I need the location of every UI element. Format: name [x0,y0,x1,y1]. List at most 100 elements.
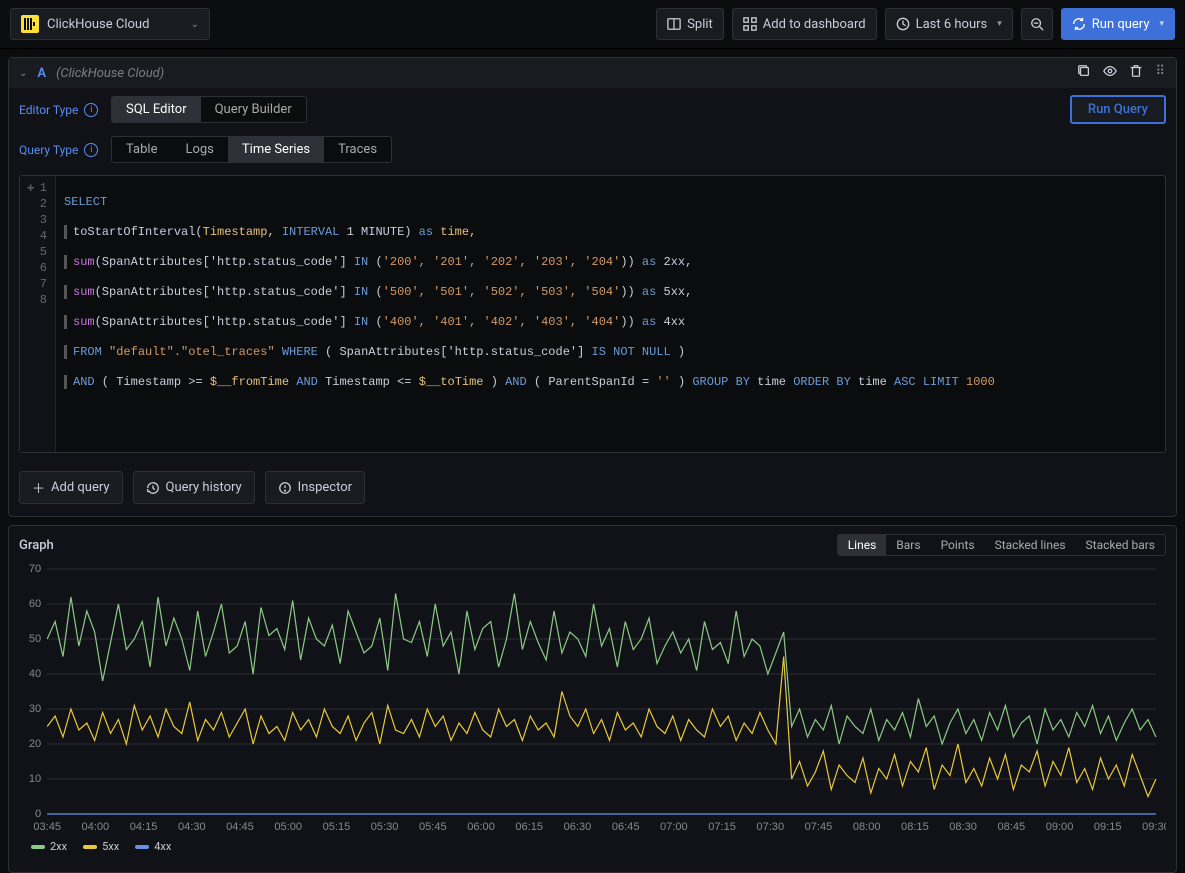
viz-tab-lines[interactable]: Lines [838,535,887,555]
svg-text:06:15: 06:15 [515,821,543,833]
zoom-out-icon [1030,17,1044,31]
svg-text:05:45: 05:45 [419,821,447,833]
timerange-label: Last 6 hours [916,17,988,32]
svg-text:07:45: 07:45 [805,821,833,833]
series-5xx [47,657,1156,797]
top-toolbar: ClickHouse Cloud ⌄ Split Add to dashboar… [0,0,1185,49]
query-title: (ClickHouse Cloud) [56,66,164,81]
viz-tab-stacked-lines[interactable]: Stacked lines [985,535,1076,555]
svg-text:60: 60 [29,598,41,610]
eye-icon[interactable] [1103,64,1117,82]
svg-text:07:00: 07:00 [660,821,688,833]
svg-text:07:30: 07:30 [756,821,784,833]
collapse-toggle[interactable]: ⌄ [19,68,27,79]
svg-text:05:00: 05:00 [274,821,302,833]
info-icon[interactable]: i [84,143,98,157]
viz-tab-bars[interactable]: Bars [886,535,930,555]
svg-text:06:30: 06:30 [564,821,592,833]
query-type-tab-traces[interactable]: Traces [324,137,391,162]
split-label: Split [687,17,713,32]
legend-label: 2xx [50,840,67,853]
inspector-button[interactable]: Inspector [265,471,365,504]
datasource-name: ClickHouse Cloud [47,17,149,32]
svg-text:08:45: 08:45 [997,821,1025,833]
inspector-label: Inspector [298,480,352,495]
svg-text:04:00: 04:00 [82,821,110,833]
svg-text:70: 70 [29,564,41,575]
sql-code-editor[interactable]: 1234 5678 SELECT toStartOfInterval(Times… [19,175,1166,453]
run-query-button[interactable]: Run query [1061,8,1175,40]
series-2xx [47,594,1156,745]
graph-title: Graph [19,538,54,553]
chevron-down-icon: ⌄ [191,19,199,30]
inspector-icon [278,481,292,495]
svg-text:05:15: 05:15 [323,821,351,833]
add-to-dashboard-button[interactable]: Add to dashboard [732,8,877,40]
legend-swatch [31,845,45,849]
query-ref-label[interactable]: A [37,66,46,81]
history-label: Query history [166,480,242,495]
chart-legend: 2xx 5xx 4xx [19,838,1166,853]
svg-text:08:00: 08:00 [853,821,881,833]
viz-type-tabs: LinesBarsPointsStacked linesStacked bars [837,534,1166,556]
svg-text:09:00: 09:00 [1046,821,1074,833]
editor-type-tab-sql-editor[interactable]: SQL Editor [112,97,201,122]
legend-item-2xx[interactable]: 2xx [31,840,67,853]
editor-type-row: Editor Type i SQL EditorQuery Builder Ru… [9,89,1176,130]
refresh-icon [1072,17,1086,31]
query-type-label: Query Type i [19,143,99,157]
split-button[interactable]: Split [656,8,724,40]
graph-panel: Graph LinesBarsPointsStacked linesStacke… [8,525,1177,873]
legend-item-5xx[interactable]: 5xx [83,840,119,853]
svg-text:30: 30 [29,703,41,715]
svg-text:09:30: 09:30 [1142,821,1166,833]
svg-text:04:45: 04:45 [226,821,254,833]
datasource-picker[interactable]: ClickHouse Cloud ⌄ [10,8,210,40]
add-query-button[interactable]: ＋ Add query [19,471,123,504]
svg-text:20: 20 [29,738,41,750]
query-history-button[interactable]: Query history [133,471,255,504]
add-dashboard-label: Add to dashboard [763,17,866,32]
legend-label: 5xx [102,840,119,853]
timerange-picker[interactable]: Last 6 hours [885,8,1013,40]
svg-text:40: 40 [29,668,41,680]
legend-swatch [135,845,149,849]
query-row-header: ⌄ A (ClickHouse Cloud) ⠿ [9,58,1176,89]
svg-text:09:15: 09:15 [1094,821,1122,833]
code-body[interactable]: SELECT toStartOfInterval(Timestamp, INTE… [56,176,1165,452]
svg-text:07:15: 07:15 [708,821,736,833]
drag-handle-icon[interactable]: ⠿ [1155,64,1166,82]
info-icon[interactable]: i [84,103,98,117]
query-editor-panel: ⌄ A (ClickHouse Cloud) ⠿ Editor Type i S… [8,57,1177,517]
run-query-side-button[interactable]: Run Query [1070,95,1166,124]
plus-icon: ＋ [32,478,45,497]
query-type-tabs: TableLogsTime SeriesTraces [111,136,392,163]
legend-label: 4xx [154,840,171,853]
query-actions: ＋ Add query Query history Inspector [9,463,1176,516]
query-type-row: Query Type i TableLogsTime SeriesTraces [9,130,1176,169]
editor-type-tabs: SQL EditorQuery Builder [111,96,307,123]
viz-tab-stacked-bars[interactable]: Stacked bars [1076,535,1165,555]
editor-type-tab-query-builder[interactable]: Query Builder [201,97,306,122]
svg-text:10: 10 [29,773,41,785]
graph-header: Graph LinesBarsPointsStacked linesStacke… [19,534,1166,556]
line-gutter: 1234 5678 [20,176,56,452]
svg-text:50: 50 [29,633,41,645]
clickhouse-icon [21,15,39,33]
legend-item-4xx[interactable]: 4xx [135,840,171,853]
editor-type-label: Editor Type i [19,103,99,117]
svg-text:06:45: 06:45 [612,821,640,833]
svg-text:08:15: 08:15 [901,821,929,833]
panel-split-icon [667,17,681,31]
zoom-out-button[interactable] [1021,8,1053,40]
query-type-tab-table[interactable]: Table [112,137,171,162]
copy-icon[interactable] [1077,64,1091,82]
history-icon [146,481,160,495]
trash-icon[interactable] [1129,64,1143,82]
grid-icon [743,17,757,31]
query-type-tab-logs[interactable]: Logs [171,137,227,162]
query-type-tab-time-series[interactable]: Time Series [228,137,324,162]
viz-tab-points[interactable]: Points [931,535,985,555]
svg-text:05:30: 05:30 [371,821,399,833]
chart-area[interactable]: 01020304050607003:4504:0004:1504:3004:45… [19,564,1166,864]
